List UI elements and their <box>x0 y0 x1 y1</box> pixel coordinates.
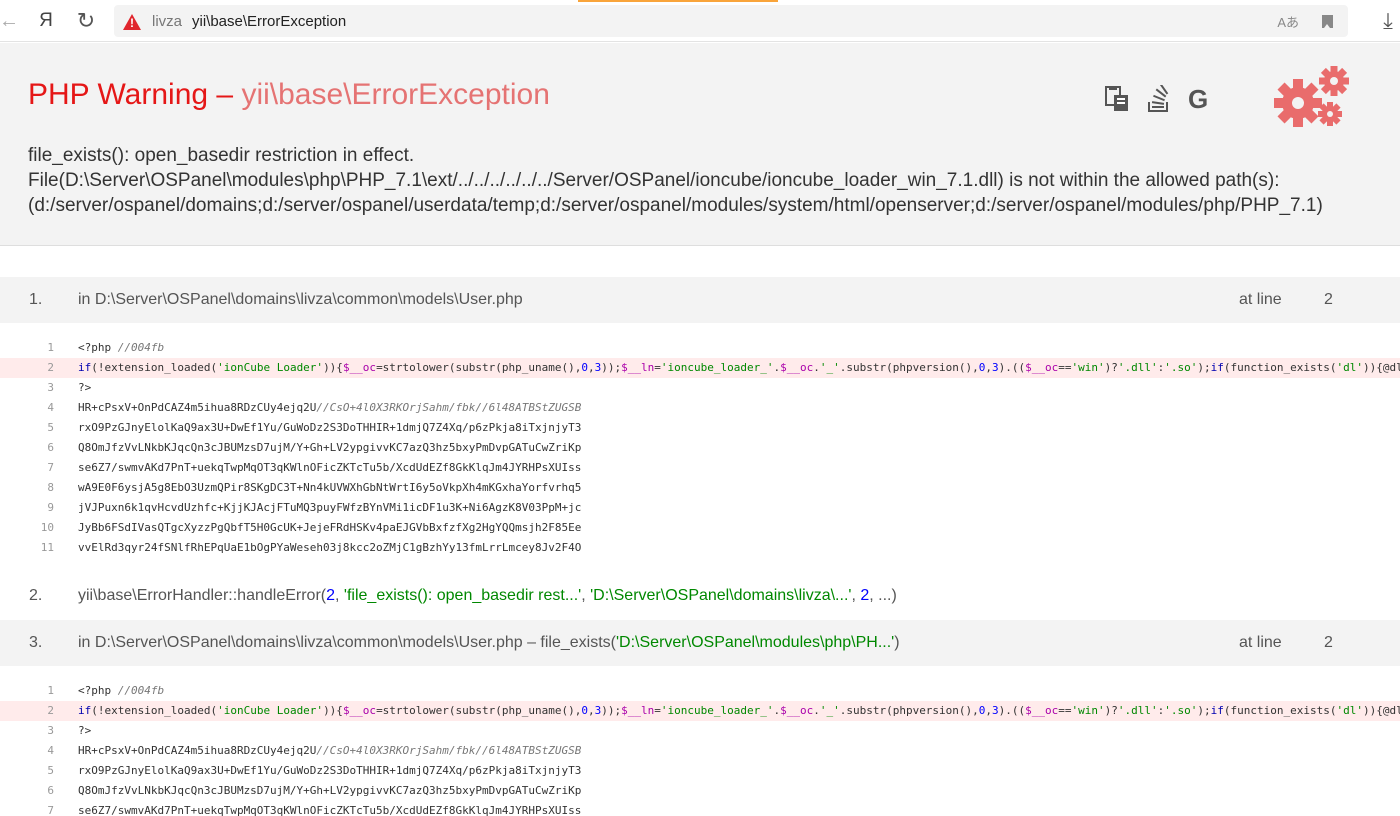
call-file: in D:\Server\OSPanel\domains\livza\commo… <box>78 291 523 308</box>
code-text: rxO9PzGJnyElolKaQ9ax3U+DwEf1Yu/GuWoDz2S3… <box>78 764 582 777</box>
code-text: <?php <box>78 684 118 697</box>
code-line: 5 rxO9PzGJnyElolKaQ9ax3U+DwEf1Yu/GuWoDz2S… <box>0 418 1400 438</box>
line-number: 4 <box>47 744 54 757</box>
call-number: 1. <box>29 291 43 308</box>
code-text: HR+cPsxV+OnPdCAZ4m5ihua8RDzCUy4ejq2U <box>78 401 317 414</box>
download-icon[interactable]: ⤓ <box>1373 6 1400 36</box>
code-line: 9 jVJPuxn6k1qvHcvdUzhfc+KjjKJAcjFTuMQ3puy… <box>0 498 1400 518</box>
code-text: Q8OmJfzVvLNkbKJqcQn3cJBUMzsD7ujM/Y+Gh+LV… <box>78 784 582 797</box>
at-line-label: at line <box>1239 634 1282 651</box>
code-line: 7 se6Z7/swmvAKd7PnT+uekqTwpMqOT3qKWlnOFic… <box>0 458 1400 478</box>
code-line: 6 Q8OmJfzVvLNkbKJqcQn3cJBUMzsD7ujM/Y+Gh+L… <box>0 438 1400 458</box>
reload-icon[interactable]: ↻ <box>71 6 101 36</box>
error-message-line: file_exists(): open_basedir restriction … <box>28 145 415 166</box>
line-number: 7 <box>47 461 54 474</box>
address-page-title: yii\base\ErrorException <box>192 13 347 30</box>
code-line: 8 wA9E0F6ysjA5g8EbO3UzmQPir8SKgDC3T+Nn4kU… <box>0 478 1400 498</box>
line-number: 8 <box>47 481 54 494</box>
page-load-progress <box>578 0 778 2</box>
code-comment: //CsO+4l0X3RKOrjSahm/fbk//6l48ATBStZUGSB <box>316 744 582 757</box>
call-stack-item[interactable]: 3. in D:\Server\OSPanel\domains\livza\co… <box>0 620 1400 666</box>
address-bar[interactable]: ! livza yii\base\ErrorException Aあ <box>114 5 1348 37</box>
error-message: file_exists(): open_basedir restriction … <box>28 143 1323 218</box>
line-number: 6 <box>47 441 54 454</box>
code-snippet: 1 <?php //004fb 2 if(!extension_loaded('io… <box>0 681 1400 816</box>
line-number: 6 <box>47 784 54 797</box>
code-line-error: 2 if(!extension_loaded('ionCube Loader'))… <box>0 358 1400 378</box>
code-text: <?php <box>78 341 118 354</box>
copy-stacktrace-icon[interactable] <box>1104 85 1130 115</box>
code-line-error: 2 if(!extension_loaded('ionCube Loader'))… <box>0 701 1400 721</box>
code-text: rxO9PzGJnyElolKaQ9ax3U+DwEf1Yu/GuWoDz2S3… <box>78 421 582 434</box>
code-line: 1 <?php //004fb <box>0 338 1400 358</box>
at-line-label: at line <box>1239 291 1282 308</box>
call-line-number: 2 <box>1324 291 1333 308</box>
code-text: se6Z7/swmvAKd7PnT+uekqTwpMqOT3qKWlnOFicZ… <box>78 461 582 474</box>
line-number: 4 <box>47 401 54 414</box>
code-text: vvElRd3qyr24fSNlfRhEPqUaE1bOgPYaWeseh03j… <box>78 541 582 554</box>
code-line: 7 se6Z7/swmvAKd7PnT+uekqTwpMqOT3qKWlnOFic… <box>0 801 1400 816</box>
code-text: ?> <box>78 724 92 737</box>
call-stack-item[interactable]: 2. yii\base\ErrorHandler::handleError(2,… <box>0 573 1400 619</box>
line-number: 10 <box>40 521 54 534</box>
address-domain: livza <box>152 13 183 30</box>
stackoverflow-search-icon[interactable] <box>1146 83 1172 115</box>
bookmark-icon[interactable] <box>1322 15 1333 28</box>
call-number: 3. <box>29 634 43 651</box>
line-number: 7 <box>47 804 54 816</box>
call-file: in D:\Server\OSPanel\domains\livza\commo… <box>78 634 900 651</box>
error-message-line: (d:/server/ospanel/domains;d:/server/osp… <box>28 195 1323 216</box>
yandex-logo-icon[interactable]: Я <box>31 6 61 36</box>
security-warning-icon[interactable]: ! <box>123 14 141 30</box>
translate-icon[interactable]: Aあ <box>1277 12 1299 31</box>
code-line: 4 HR+cPsxV+OnPdCAZ4m5ihua8RDzCUy4ejq2U//C… <box>0 398 1400 418</box>
code-line: 6 Q8OmJfzVvLNkbKJqcQn3cJBUMzsD7ujM/Y+Gh+L… <box>0 781 1400 801</box>
code-line: 3 ?> <box>0 378 1400 398</box>
code-snippet: 1 <?php //004fb 2 if(!extension_loaded('io… <box>0 338 1400 558</box>
code-comment: //004fb <box>117 341 165 354</box>
call-line-number: 2 <box>1324 634 1333 651</box>
code-text: se6Z7/swmvAKd7PnT+uekqTwpMqOT3qKWlnOFicZ… <box>78 804 582 816</box>
call-function: yii\base\ErrorHandler::handleError(2, 'f… <box>78 587 897 604</box>
code-text: JyBb6FSdIVasQTgcXyzzPgQbfT5H0GcUK+JejeFR… <box>78 521 582 534</box>
line-number: 1 <box>47 684 54 697</box>
page-title: PHP Warning – yii\base\ErrorException <box>28 78 550 112</box>
google-search-icon[interactable]: G <box>1188 85 1208 115</box>
error-class: yii\base\ErrorException <box>241 78 550 111</box>
call-stack-item[interactable]: 1. in D:\Server\OSPanel\domains\livza\co… <box>0 277 1400 323</box>
code-text: Q8OmJfzVvLNkbKJqcQn3cJBUMzsD7ujM/Y+Gh+LV… <box>78 441 582 454</box>
code-text: wA9E0F6ysjA5g8EbO3UzmQPir8SKgDC3T+Nn4kUV… <box>78 481 582 494</box>
line-number: 11 <box>40 541 54 554</box>
line-number: 3 <box>47 724 54 737</box>
code-line: 3 ?> <box>0 721 1400 741</box>
error-message-line: File(D:\Server\OSPanel\modules\php\PHP_7… <box>28 170 1280 191</box>
browser-toolbar: ← Я ↻ ! livza yii\base\ErrorException Aあ… <box>0 0 1400 42</box>
code-line: 1 <?php //004fb <box>0 681 1400 701</box>
line-number: 1 <box>47 341 54 354</box>
call-number: 2. <box>29 587 43 604</box>
gears-logo-icon <box>1272 65 1354 131</box>
error-type: PHP Warning – <box>28 78 242 111</box>
code-line: 4 HR+cPsxV+OnPdCAZ4m5ihua8RDzCUy4ejq2U//C… <box>0 741 1400 761</box>
line-number: 2 <box>47 704 54 717</box>
line-number: 5 <box>47 764 54 777</box>
error-header: PHP Warning – yii\base\ErrorException G <box>0 43 1400 246</box>
code-text: jVJPuxn6k1qvHcvdUzhfc+KjjKJAcjFTuMQ3puyF… <box>78 501 582 514</box>
code-comment: //004fb <box>117 684 165 697</box>
code-line: 11 vvElRd3qyr24fSNlfRhEPqUaE1bOgPYaWeseh0… <box>0 538 1400 558</box>
line-number: 9 <box>47 501 54 514</box>
back-arrow-icon[interactable]: ← <box>0 6 24 36</box>
line-number: 3 <box>47 381 54 394</box>
line-number: 5 <box>47 421 54 434</box>
code-comment: //CsO+4l0X3RKOrjSahm/fbk//6l48ATBStZUGSB <box>316 401 582 414</box>
code-line: 10 JyBb6FSdIVasQTgcXyzzPgQbfT5H0GcUK+Jeje… <box>0 518 1400 538</box>
code-line: 5 rxO9PzGJnyElolKaQ9ax3U+DwEf1Yu/GuWoDz2S… <box>0 761 1400 781</box>
line-number: 2 <box>47 361 54 374</box>
code-text: HR+cPsxV+OnPdCAZ4m5ihua8RDzCUy4ejq2U <box>78 744 317 757</box>
code-text: ?> <box>78 381 92 394</box>
